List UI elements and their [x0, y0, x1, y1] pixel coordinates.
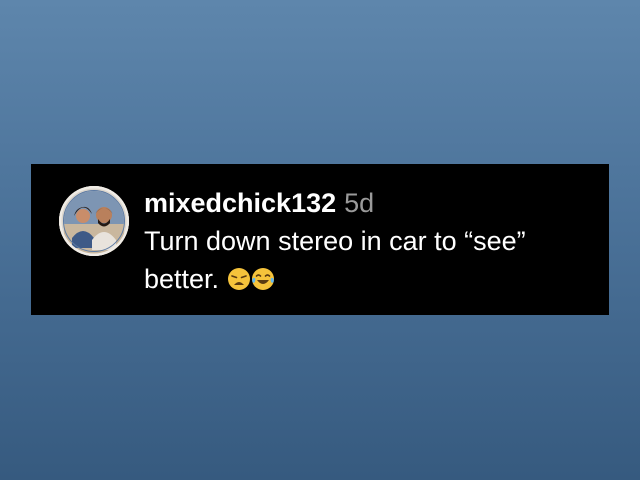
avatar[interactable]: [59, 186, 129, 256]
username-link[interactable]: mixedchick132: [144, 188, 336, 218]
comment-body: mixedchick132 5d Turn down stereo in car …: [144, 184, 594, 298]
avatar-photo: [59, 186, 129, 256]
face-with-tears-of-joy-icon: [251, 267, 275, 291]
comment-card: mixedchick132 5d Turn down stereo in car …: [31, 164, 609, 315]
comment-text-content: Turn down stereo in car to “see” better.: [144, 226, 526, 294]
weary-face-icon: [227, 267, 251, 291]
comment-header: mixedchick132 5d: [144, 184, 594, 222]
comment-text: Turn down stereo in car to “see” better.: [144, 222, 594, 298]
timestamp: 5d: [344, 188, 375, 218]
emoji-group: [227, 260, 275, 298]
